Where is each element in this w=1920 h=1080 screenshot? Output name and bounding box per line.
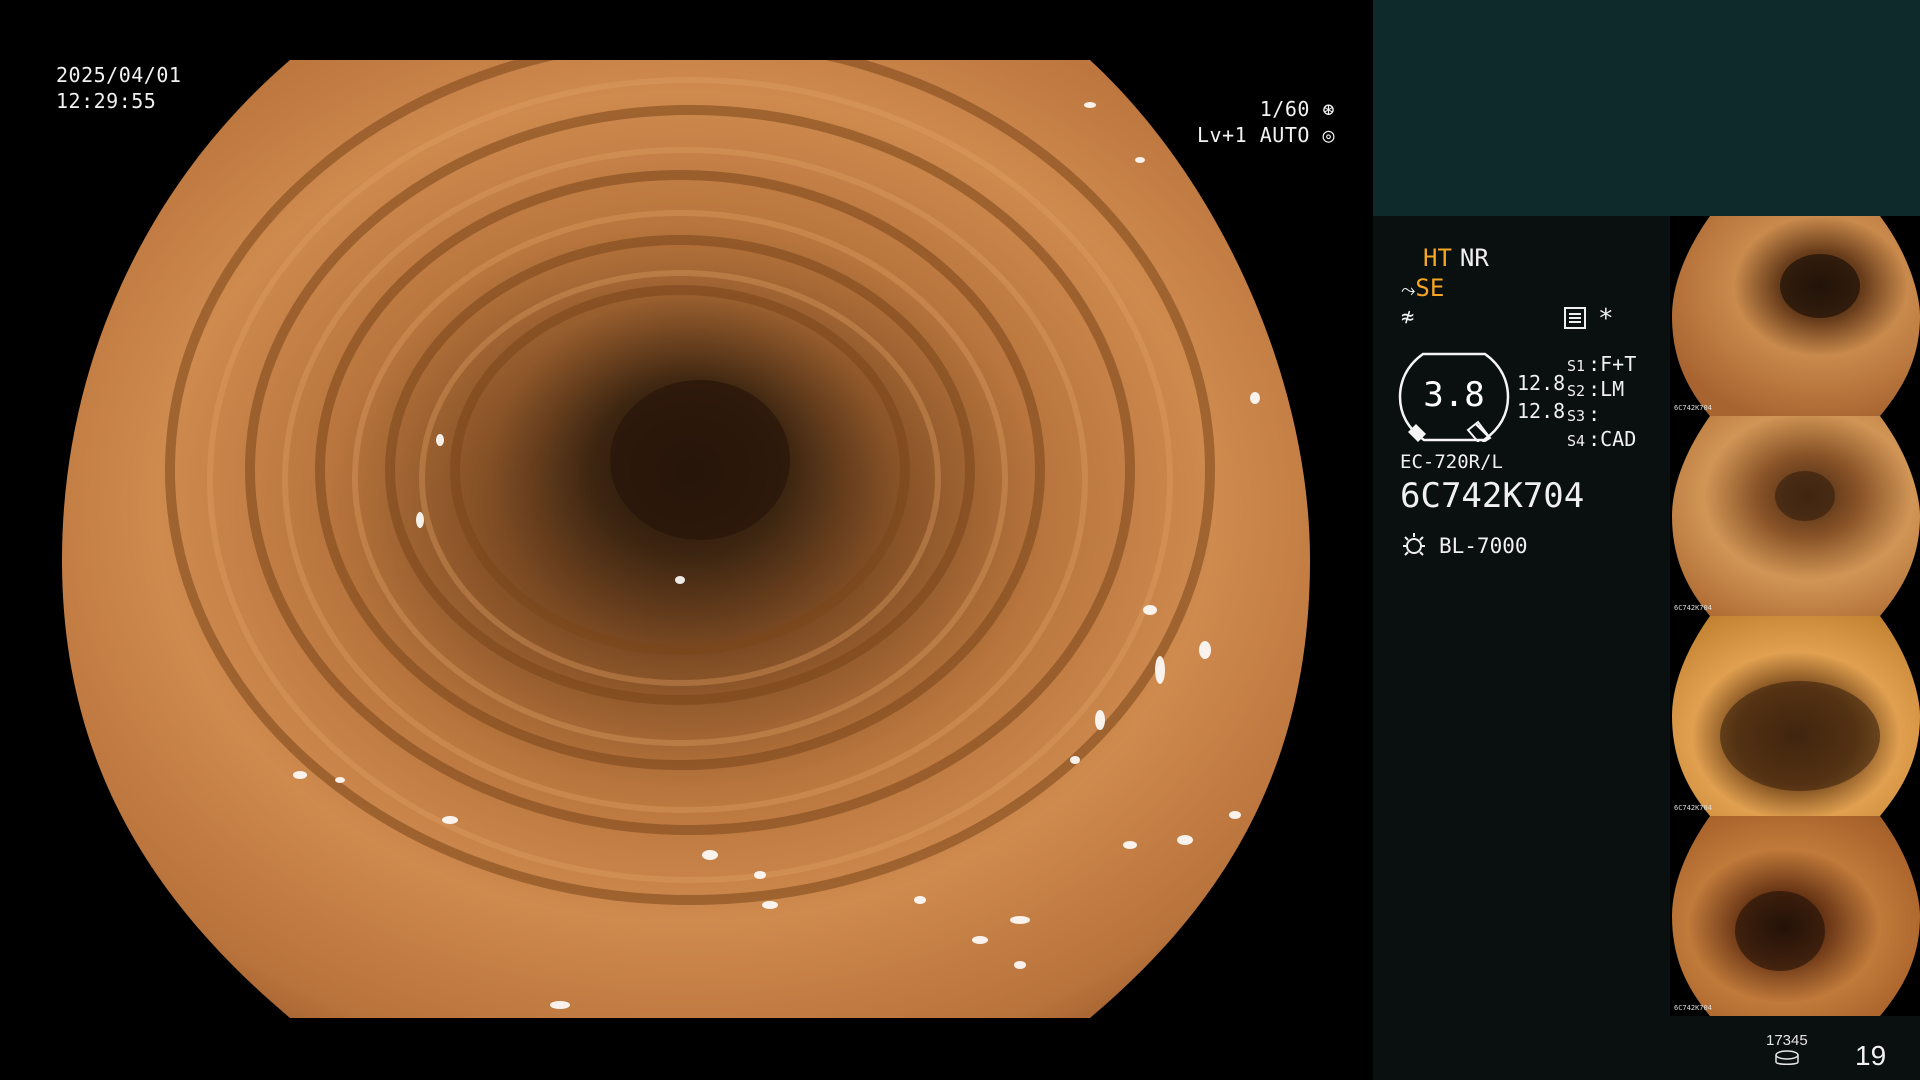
endoscopic-image: [62, 60, 1310, 1018]
enhancement-symbol: ≉: [1401, 306, 1414, 330]
panel-header-area: [1373, 0, 1920, 216]
thumbnail-image: [1672, 416, 1920, 616]
thumbnail-strip: 6C742K704 6C742K704 6C742K704 6C742K704: [1670, 216, 1920, 1016]
datetime-readout: 2025/04/01 12:29:55: [56, 62, 181, 114]
mode-ht: HT: [1423, 244, 1452, 272]
switch-s4: S4:CAD: [1567, 427, 1637, 451]
scope-serial: 6C742K704: [1400, 476, 1585, 516]
date-text: 2025/04/01: [56, 63, 182, 87]
switch-assignments: S1:F+T S2:LM S3: S4:CAD: [1567, 352, 1636, 452]
mode-nr: NR: [1459, 244, 1489, 272]
value-1: 12.8: [1517, 371, 1566, 395]
thumbnail-image: [1672, 816, 1920, 1016]
value-2: 12.8: [1517, 399, 1566, 423]
thumbnail-2[interactable]: 6C742K704: [1670, 416, 1920, 616]
settings-list-icon: [1564, 307, 1586, 329]
thumbnail-label: 6C742K704: [1674, 404, 1712, 412]
endoscope-view: 2025/04/01 12:29:55 1/60 ⊛ Lv+1 AUTO ◎: [0, 0, 1373, 1080]
thumbnail-image: [1672, 216, 1920, 416]
thumbnail-3[interactable]: 6C742K704: [1670, 616, 1920, 816]
se-row: ⤳SE: [1401, 276, 1444, 303]
switch-s3: S3:: [1567, 402, 1601, 426]
thumbnail-1[interactable]: 6C742K704: [1670, 216, 1920, 416]
image-counter-big: 19: [1855, 1040, 1887, 1071]
switch-s1: S1:F+T: [1567, 352, 1637, 376]
exposure-readout: 1/60 ⊛ Lv+1 AUTO ◎: [1197, 96, 1335, 148]
shutter-speed-text: 1/60: [1259, 97, 1310, 121]
mode-row: HT NR: [1423, 246, 1497, 270]
scope-tip-icon: ⤳: [1401, 280, 1416, 301]
thumbnail-image: [1672, 616, 1920, 816]
thumbnail-label: 6C742K704: [1674, 1004, 1712, 1012]
level-text: Lv+1: [1197, 123, 1248, 147]
iris-icon: ◎: [1322, 123, 1335, 147]
aperture-icon: ⊛: [1322, 97, 1335, 121]
storage-icon: [1775, 1050, 1799, 1065]
thumbnail-label: 6C742K704: [1674, 804, 1712, 812]
enhancement-icon: ≉: [1401, 305, 1415, 330]
asterisk-indicator: *: [1598, 304, 1614, 334]
time-text: 12:29:55: [56, 89, 157, 113]
switch-s2: S2:LM: [1567, 377, 1625, 401]
exposure-mode-text: AUTO: [1259, 123, 1310, 147]
scope-model: EC-720R/L: [1400, 451, 1503, 473]
light-source-icon: [1403, 533, 1425, 556]
image-counter-small: 17345: [1766, 1032, 1808, 1049]
gauge-value: 3.8: [1423, 375, 1485, 415]
thumbnail-4[interactable]: 6C742K704: [1670, 816, 1920, 1016]
light-source-label: BL-7000: [1439, 534, 1528, 558]
thumbnail-label: 6C742K704: [1674, 604, 1712, 612]
mode-se: SE: [1415, 274, 1445, 302]
